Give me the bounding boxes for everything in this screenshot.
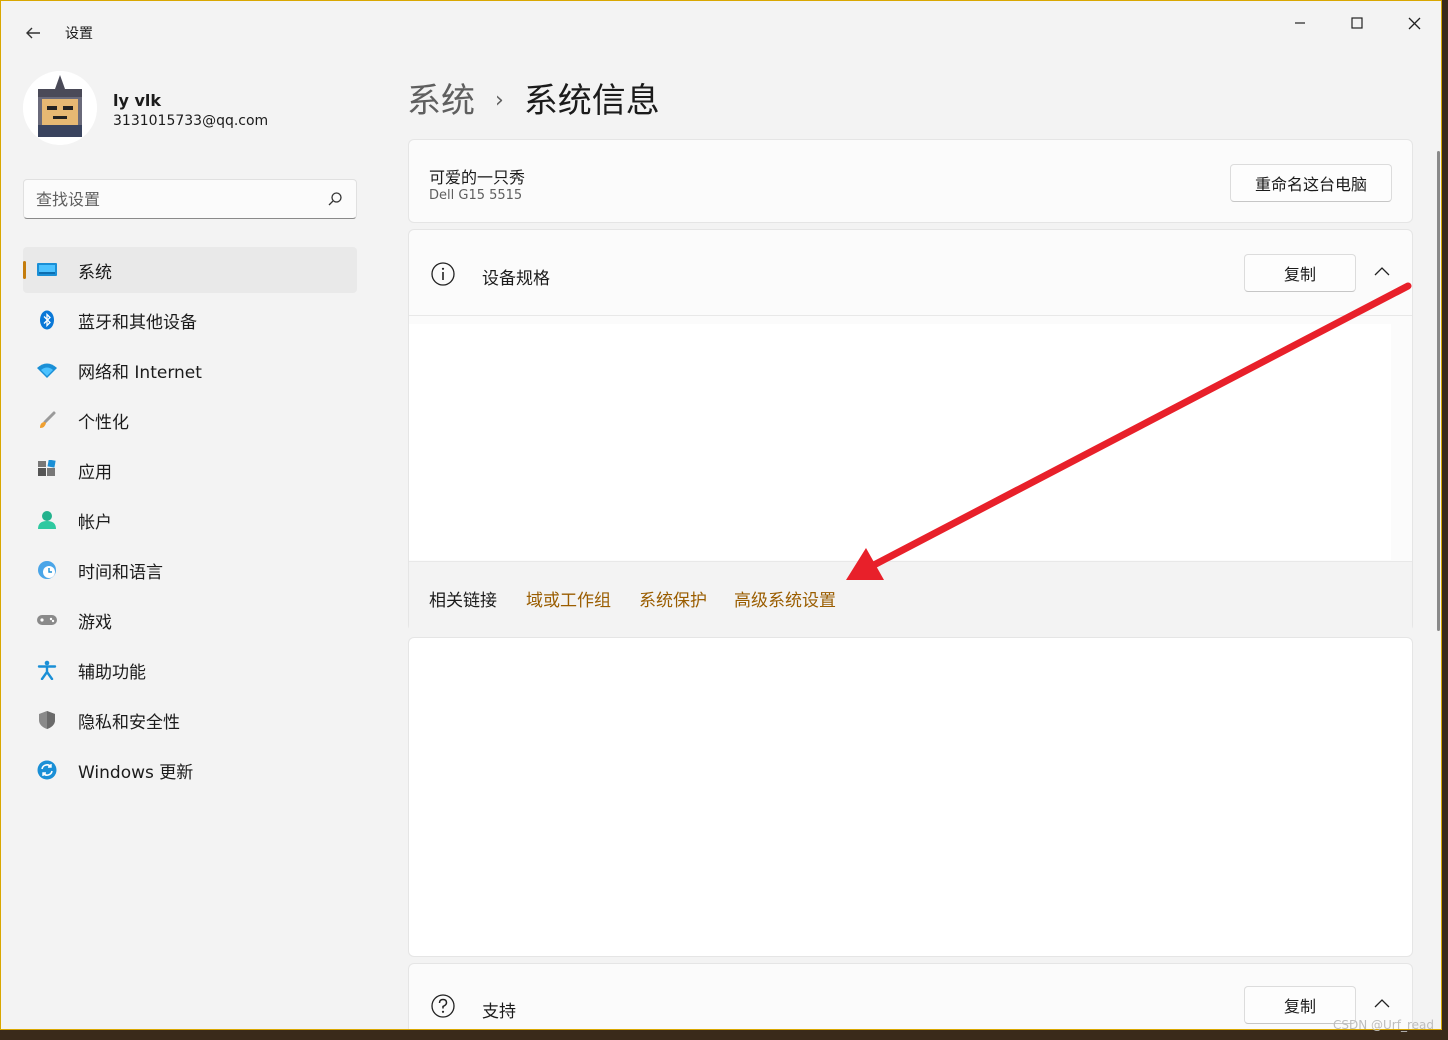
sidebar-item-privacy[interactable]: 隐私和安全性 [23,697,357,743]
pc-name-card: 可爱的一只秀 Dell G15 5515 重命名这台电脑 [408,139,1413,223]
sidebar-item-label: 隐私和安全性 [78,712,180,733]
chevron-up-icon[interactable] [1372,262,1392,282]
minimize-icon [1295,22,1305,24]
sidebar-item-label: 蓝牙和其他设备 [78,312,197,333]
wifi-icon [37,363,57,378]
sidebar-item-system[interactable]: 系统 [23,247,357,293]
rename-pc-button[interactable]: 重命名这台电脑 [1230,164,1392,202]
sidebar-item-personalization[interactable]: 个性化 [23,397,357,443]
sidebar-item-label: 系统 [78,262,112,283]
accessibility-icon [37,660,57,680]
sidebar-item-bluetooth[interactable]: 蓝牙和其他设备 [23,297,357,343]
minimize-button[interactable] [1277,9,1323,37]
back-arrow-icon [26,27,40,39]
support-card: 支持 复制 [408,963,1413,1029]
breadcrumb: 系统 › 系统信息 [407,73,660,122]
shield-icon [39,711,55,729]
search-icon[interactable] [326,190,344,208]
support-title: 支持 [482,1002,516,1022]
scrollbar[interactable] [1437,151,1440,631]
sidebar-item-label: 时间和语言 [78,562,163,583]
account-icon [38,511,56,529]
watermark: CSDN @Urf_read [1333,1018,1434,1032]
device-spec-title: 设备规格 [482,269,550,289]
link-domain-workgroup[interactable]: 域或工作组 [526,586,611,611]
sidebar-item-gaming[interactable]: 游戏 [23,597,357,643]
windows-spec-card [408,637,1413,957]
page-title: 系统信息 [523,81,660,121]
sidebar-item-label: 游戏 [78,612,112,633]
apps-icon [38,460,56,476]
profile-email: 3131015733@qq.com [113,113,269,129]
sidebar-item-label: 帐户 [78,512,112,533]
info-icon [431,262,455,286]
maximize-button[interactable] [1334,9,1380,37]
breadcrumb-parent[interactable]: 系统 [407,81,475,121]
update-icon [37,760,57,780]
globe-clock-icon [38,561,56,579]
profile-name: ly vlk [113,91,162,110]
pc-model: Dell G15 5515 [429,188,523,203]
title-bar: 设置 [1,1,1441,61]
maximize-icon [1351,17,1363,29]
search-input[interactable] [36,180,316,218]
sidebar-item-label: 辅助功能 [78,662,146,683]
chevron-up-icon[interactable] [1372,994,1392,1014]
link-system-protection[interactable]: 系统保护 [639,586,707,611]
sidebar-item-label: 应用 [78,462,112,483]
link-advanced-system-settings[interactable]: 高级系统设置 [734,586,836,611]
related-links: 相关链接 域或工作组 系统保护 高级系统设置 [409,561,1412,631]
sidebar-item-label: Windows 更新 [78,762,194,783]
breadcrumb-separator: › [495,88,504,113]
sidebar-item-network[interactable]: 网络和 Internet [23,347,357,393]
sidebar-nav: 系统 蓝牙和其他设备 网络和 Internet 个性化 应用 帐户 时间和语言 [23,247,357,797]
related-links-label: 相关链接 [429,591,497,611]
avatar [23,71,97,145]
back-button[interactable] [19,19,47,47]
sidebar-item-accounts[interactable]: 帐户 [23,497,357,543]
close-button[interactable] [1391,9,1437,37]
sidebar-item-time-language[interactable]: 时间和语言 [23,547,357,593]
sidebar-item-label: 个性化 [78,412,129,433]
app-title: 设置 [65,26,93,42]
close-icon [1408,17,1420,29]
device-spec-content [409,324,1391,560]
device-spec-header[interactable]: 设备规格 复制 [409,230,1412,316]
help-icon [431,994,455,1018]
search-box[interactable] [23,179,357,219]
brush-icon [40,411,56,428]
monitor-icon [37,263,57,276]
copy-spec-button[interactable]: 复制 [1244,254,1356,292]
sidebar-item-accessibility[interactable]: 辅助功能 [23,647,357,693]
user-profile[interactable]: ly vlk 3131015733@qq.com [23,71,353,151]
gamepad-icon [37,615,57,625]
bluetooth-icon [40,310,54,330]
sidebar-item-apps[interactable]: 应用 [23,447,357,493]
sidebar-item-windows-update[interactable]: Windows 更新 [23,747,357,793]
device-spec-card: 设备规格 复制 相关链接 域或工作组 系统保护 高级系统设置 [408,229,1413,631]
sidebar-item-label: 网络和 Internet [78,362,202,383]
pc-name: 可爱的一只秀 [429,168,526,187]
settings-window: 设置 ly vlk 3131015733@qq.com 查找设置 系统 蓝牙和其… [0,0,1442,1030]
